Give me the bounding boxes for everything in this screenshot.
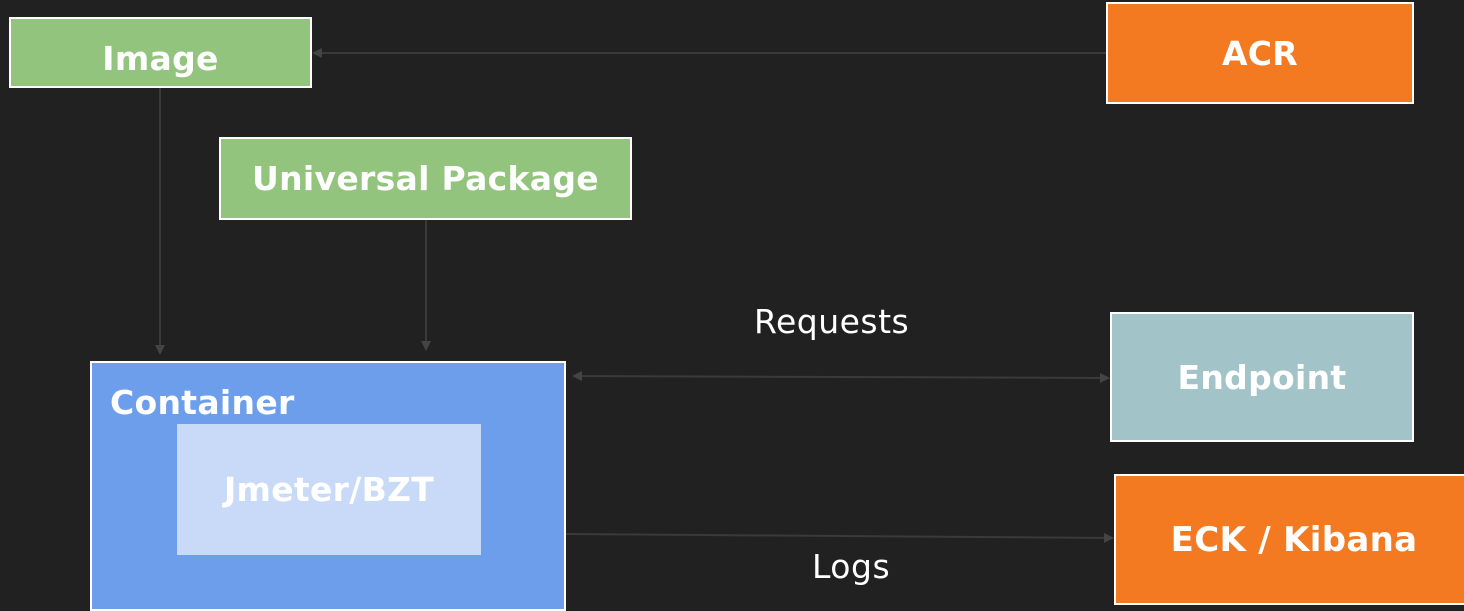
arrow-requests (572, 371, 1110, 383)
universal-package-node-label: Universal Package (252, 159, 599, 198)
image-node-label: Image (102, 39, 219, 78)
eck-kibana-node: ECK / Kibana (1114, 474, 1464, 605)
endpoint-node: Endpoint (1110, 312, 1414, 442)
endpoint-node-label: Endpoint (1177, 357, 1347, 397)
acr-node-label: ACR (1221, 33, 1299, 73)
jmeter-node-label: Jmeter/BZT (223, 470, 435, 509)
container-node-label: Container (110, 383, 295, 422)
logs-edge-label: Logs (812, 547, 891, 586)
requests-edge-label: Requests (754, 302, 910, 341)
universal-package-node: Universal Package (219, 137, 632, 220)
jmeter-node: Jmeter/BZT (177, 424, 481, 555)
image-node: Image (9, 17, 312, 88)
container-node: Container Jmeter/BZT (90, 361, 566, 611)
arrow-logs (565, 532, 1114, 543)
acr-node: ACR (1106, 2, 1414, 104)
eck-kibana-node-label: ECK / Kibana (1170, 519, 1418, 560)
